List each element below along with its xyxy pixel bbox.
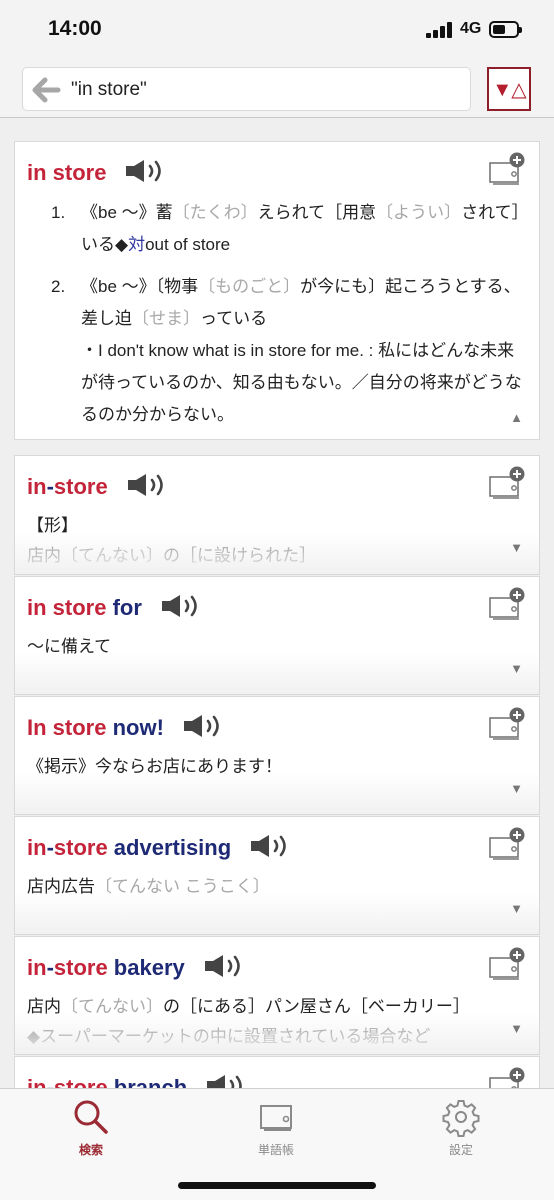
- text-run: in store: [27, 595, 107, 620]
- entry-headword: in store for: [27, 593, 204, 621]
- add-to-wordbook-icon[interactable]: [489, 947, 525, 981]
- tab-settings[interactable]: 設定: [401, 1097, 521, 1163]
- expand-caret-icon[interactable]: ▼: [510, 901, 523, 916]
- truncation-fade: [15, 532, 539, 574]
- wordbook-icon: [260, 1105, 292, 1131]
- tab-wordbook-label: 単語帳: [257, 1143, 294, 1157]
- add-to-wordbook-icon[interactable]: [489, 152, 525, 186]
- add-to-wordbook-icon[interactable]: [489, 1067, 525, 1088]
- entry-headword: in-store branch: [27, 1073, 249, 1088]
- status-bar: 14:00 4G: [0, 0, 554, 60]
- text-run: 〔せま〕: [132, 309, 200, 328]
- entry-card-in-store-adj[interactable]: in-store 【形】店内〔てんない〕の［に設けられた］ ▼: [14, 455, 540, 575]
- text-run: for: [106, 595, 142, 620]
- entry-card-in-store[interactable]: in store 1. 《be 〜》蓄〔たくわ〕えられて［用意〔ようい〕されて］い…: [14, 141, 540, 440]
- text-run: っている: [200, 309, 268, 328]
- text-run: now!: [106, 715, 164, 740]
- text-run: store: [53, 1075, 108, 1088]
- entry-card-in-store-now[interactable]: In store now! 《掲示》今ならお店にあります！ ▼: [14, 696, 540, 815]
- text-run: in: [27, 955, 47, 980]
- text-run: 〔ものごと〕: [198, 277, 301, 296]
- result-list[interactable]: in store 1. 《be 〜》蓄〔たくわ〕えられて［用意〔ようい〕されて］い…: [0, 119, 554, 1088]
- back-arrow-icon[interactable]: [31, 75, 61, 105]
- speaker-icon[interactable]: [205, 1073, 249, 1088]
- text-run: えられて［用意: [257, 203, 377, 222]
- sense-list: 1. 《be 〜》蓄〔たくわ〕えられて［用意〔ようい〕されて］いる◆対out of…: [51, 197, 527, 439]
- text-run: -: [46, 474, 54, 499]
- text-run: In store: [27, 715, 107, 740]
- entry-headword: in-store advertising: [27, 833, 293, 861]
- text-run: 〔たくわ〕: [172, 203, 258, 222]
- entry-headword: In store now!: [27, 713, 226, 741]
- speaker-icon[interactable]: [126, 472, 170, 498]
- expand-caret-icon[interactable]: ▼: [510, 1021, 523, 1036]
- entry-card-in-store-branch[interactable]: in-store branch: [14, 1056, 540, 1088]
- entry-headword: in-store: [27, 472, 170, 500]
- battery-icon: [489, 21, 522, 38]
- text-run: 《be 〜》〔物事: [81, 277, 199, 296]
- text-run: out of store: [145, 235, 231, 254]
- text-run: in: [27, 835, 47, 860]
- text-run: advertising: [107, 835, 232, 860]
- entry-headword: in-store bakery: [27, 953, 247, 981]
- search-query[interactable]: "in store": [71, 79, 147, 101]
- search-field[interactable]: "in store": [22, 67, 471, 111]
- speaker-icon[interactable]: [160, 593, 204, 619]
- add-to-wordbook-icon[interactable]: [489, 707, 525, 741]
- sense-item: 2. 《be 〜》〔物事〔ものごと〕が今にも〕起ころうとする、差し迫〔せま〕ってい…: [51, 271, 527, 431]
- tab-search[interactable]: 検索: [31, 1097, 151, 1163]
- truncation-fade: [15, 892, 539, 934]
- truncation-fade: [15, 652, 539, 694]
- entry-card-in-store-bakery[interactable]: in-store bakery 店内〔てんない〕の［にある］パン屋さん［ベーカリ…: [14, 936, 540, 1055]
- text-run: in: [27, 1075, 47, 1088]
- text-run: 対: [128, 235, 146, 254]
- text-run: in: [27, 474, 47, 499]
- expand-caret-icon[interactable]: ▼: [510, 540, 523, 555]
- text-run: -: [46, 955, 54, 980]
- add-to-wordbook-icon[interactable]: [489, 827, 525, 861]
- sort-toggle-button[interactable]: ▼△: [487, 67, 531, 111]
- text-run: store: [53, 955, 108, 980]
- collapse-caret-icon[interactable]: ▲: [510, 410, 523, 425]
- text-run: store: [53, 835, 108, 860]
- sense-number: 1.: [51, 203, 66, 222]
- speaker-icon[interactable]: [249, 833, 293, 859]
- sense-item: 1. 《be 〜》蓄〔たくわ〕えられて［用意〔ようい〕されて］いる◆対out of…: [51, 197, 527, 261]
- entry-card-in-store-for[interactable]: in store for 〜に備えて ▼: [14, 576, 540, 695]
- truncation-fade: [15, 772, 539, 814]
- home-indicator[interactable]: [178, 1182, 376, 1189]
- speaker-icon[interactable]: [182, 713, 226, 739]
- speaker-icon[interactable]: [203, 953, 247, 979]
- tab-search-label: 検索: [78, 1143, 103, 1157]
- text-run: 《be 〜》蓄: [81, 203, 173, 222]
- text-run: 〔ようい〕: [376, 203, 462, 222]
- cellular-signal-icon: [426, 22, 454, 38]
- magnifier-icon: [74, 1100, 108, 1134]
- search-header: "in store" ▼△: [0, 60, 554, 118]
- entry-card-in-store-advertising[interactable]: in-store advertising 店内広告〔てんない こうこく〕 ▼: [14, 816, 540, 935]
- expand-caret-icon[interactable]: ▼: [510, 781, 523, 796]
- gear-icon: [442, 1100, 480, 1137]
- status-time: 14:00: [48, 17, 102, 40]
- tab-settings-label: 設定: [448, 1143, 473, 1157]
- text-run: ・I don't know what is in store for me. :…: [81, 341, 522, 424]
- speaker-icon[interactable]: [124, 158, 168, 184]
- network-type: 4G: [460, 20, 482, 37]
- add-to-wordbook-icon[interactable]: [489, 466, 525, 500]
- truncation-fade: [15, 1012, 539, 1054]
- text-run: store: [53, 474, 108, 499]
- text-run: -: [46, 1075, 54, 1088]
- tab-wordbook[interactable]: 単語帳: [216, 1097, 336, 1163]
- text-run: -: [46, 835, 54, 860]
- entry-headword: in store: [27, 158, 168, 186]
- expand-caret-icon[interactable]: ▼: [510, 661, 523, 676]
- sense-number: 2.: [51, 277, 66, 296]
- text-run: bakery: [107, 955, 185, 980]
- text-run: branch: [107, 1075, 188, 1088]
- add-to-wordbook-icon[interactable]: [489, 587, 525, 621]
- text-run: in store: [27, 160, 107, 185]
